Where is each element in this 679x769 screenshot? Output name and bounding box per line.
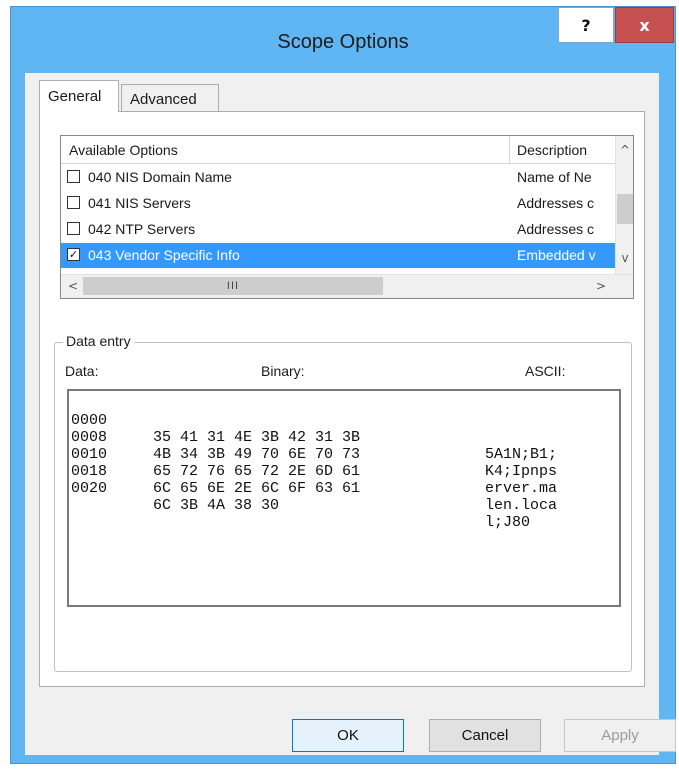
data-entry-group: Data entry Data: Binary: ASCII: 0000 35 … <box>54 333 632 672</box>
close-icon: x <box>639 15 650 35</box>
hex-bytes: 65 72 76 65 72 2E 6D 61 <box>153 463 361 480</box>
binary-data-editor[interactable]: 0000 35 41 31 4E 3B 42 31 3B 5A1N;B1; 00… <box>67 389 621 607</box>
option-name: 042 NTP Servers <box>88 221 196 237</box>
scroll-up-icon[interactable]: ^ <box>616 140 633 160</box>
column-header-description[interactable]: Description <box>517 142 587 158</box>
dialog-window: Scope Options ? x General Advanced Avail… <box>10 6 676 764</box>
ok-button[interactable]: OK <box>292 719 404 752</box>
column-divider[interactable] <box>509 136 510 164</box>
hex-row: 0008 4B 34 3B 49 70 6E 70 73 K4;Ipnps <box>69 412 557 480</box>
option-name: 040 NIS Domain Name <box>88 169 232 185</box>
grip-icon: III <box>226 280 240 292</box>
option-checkbox[interactable] <box>67 222 80 235</box>
hex-bytes: 6C 3B 4A 38 30 <box>153 497 280 514</box>
option-checkbox[interactable] <box>67 196 80 209</box>
list-item[interactable]: 040 NIS Domain Name Name of Ne <box>61 165 615 190</box>
vertical-scroll-thumb[interactable] <box>617 194 633 224</box>
hex-ascii: len.loca <box>485 497 558 514</box>
vertical-scrollbar[interactable]: ^ v <box>615 136 633 274</box>
hex-row: 0000 35 41 31 4E 3B 42 31 3B 5A1N;B1; <box>69 395 557 463</box>
list-item[interactable]: 041 NIS Servers Addresses c <box>61 191 615 216</box>
apply-button[interactable]: Apply <box>564 719 676 752</box>
tab-advanced[interactable]: Advanced <box>121 84 219 114</box>
hex-row: 0018 6C 65 6E 2E 6C 6F 63 61 len.loca <box>69 446 557 514</box>
hex-ascii: 5A1N;B1; <box>485 446 558 463</box>
data-label: Data: <box>65 363 99 379</box>
hex-row: 0010 65 72 76 65 72 2E 6D 61 erver.ma <box>69 429 557 497</box>
option-name: 041 NIS Servers <box>88 195 191 211</box>
hex-offset: 0020 <box>71 480 108 497</box>
option-checkbox[interactable] <box>67 170 80 183</box>
group-title: Data entry <box>63 333 134 349</box>
horizontal-scrollbar[interactable]: < III > <box>61 274 633 298</box>
option-description: Addresses c <box>517 221 595 237</box>
hex-bytes: 4B 34 3B 49 70 6E 70 73 <box>153 446 361 463</box>
scroll-right-icon[interactable]: > <box>591 275 611 297</box>
scroll-down-icon[interactable]: v <box>616 248 633 268</box>
close-button[interactable]: x <box>615 7 674 43</box>
column-header-available-options[interactable]: Available Options <box>69 142 178 158</box>
help-icon: ? <box>581 15 591 35</box>
general-tab-panel: Available Options Description 040 NIS Do… <box>39 111 645 687</box>
help-button[interactable]: ? <box>558 7 614 43</box>
option-checkbox-checked[interactable]: ✓ <box>67 248 80 261</box>
scroll-left-icon[interactable]: < <box>63 275 83 297</box>
hex-ascii: erver.ma <box>485 480 558 497</box>
binary-label: Binary: <box>261 363 305 379</box>
hex-bytes: 35 41 31 4E 3B 42 31 3B <box>153 429 361 446</box>
ascii-label: ASCII: <box>525 363 566 379</box>
list-header: Available Options Description <box>61 136 615 164</box>
option-description: Embedded v <box>517 247 596 263</box>
hex-ascii: l;J80 <box>485 514 531 531</box>
title-bar[interactable]: Scope Options ? x <box>11 7 675 73</box>
horizontal-scroll-thumb[interactable]: III <box>83 277 383 295</box>
tab-general[interactable]: General <box>39 80 119 112</box>
available-options-list[interactable]: Available Options Description 040 NIS Do… <box>60 135 634 299</box>
option-description: Name of Ne <box>517 169 592 185</box>
hex-bytes: 6C 65 6E 2E 6C 6F 63 61 <box>153 480 361 497</box>
dialog-client-area: General Advanced Available Options Descr… <box>25 73 676 755</box>
list-item[interactable]: 042 NTP Servers Addresses c <box>61 217 615 242</box>
option-name: 043 Vendor Specific Info <box>88 247 240 263</box>
hex-row: 0020 6C 3B 4A 38 30 l;J80 <box>69 463 530 531</box>
hex-ascii: K4;Ipnps <box>485 463 558 480</box>
option-description: Addresses c <box>517 195 595 211</box>
cancel-button[interactable]: Cancel <box>429 719 541 752</box>
list-item-selected[interactable]: ✓ 043 Vendor Specific Info Embedded v <box>61 243 615 268</box>
